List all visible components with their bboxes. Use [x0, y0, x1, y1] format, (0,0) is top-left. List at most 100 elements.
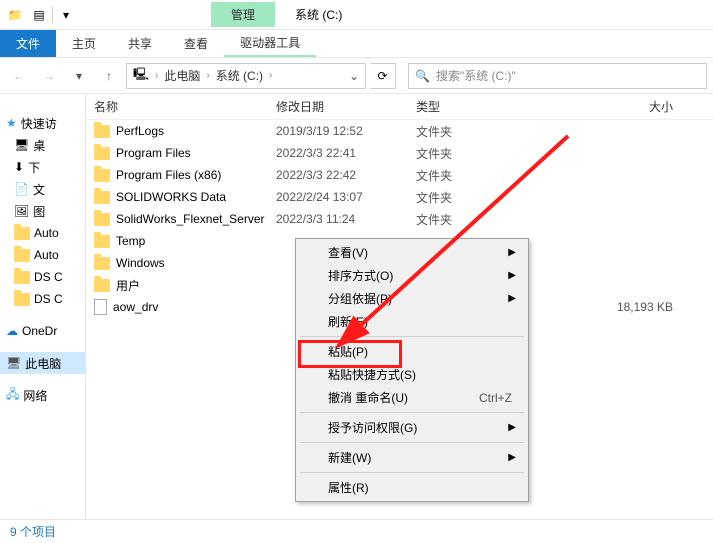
- sidebar-this-pc[interactable]: 🖥 此电脑: [0, 352, 85, 374]
- address-dropdown-icon[interactable]: ⌄: [349, 69, 359, 83]
- menu-separator: [300, 472, 524, 473]
- folder-icon: [94, 213, 110, 226]
- cell-type: 文件夹: [416, 211, 536, 228]
- column-name[interactable]: 名称: [86, 98, 276, 115]
- folder-icon: [94, 257, 110, 270]
- menu-separator: [300, 412, 524, 413]
- tab-drive-tools[interactable]: 驱动器工具: [224, 30, 316, 57]
- tab-view[interactable]: 查看: [168, 30, 224, 57]
- folder-icon: [14, 293, 30, 306]
- desktop-icon: 🖥: [14, 138, 29, 152]
- refresh-button[interactable]: ⟳: [370, 63, 396, 89]
- qat-separator: [52, 7, 53, 23]
- cell-type: 文件夹: [416, 123, 536, 140]
- sidebar-label: 图: [33, 203, 45, 220]
- properties-qat-icon[interactable]: ▤: [28, 4, 50, 26]
- folder-icon: [14, 271, 30, 284]
- table-row[interactable]: SOLIDWORKS Data2022/2/24 13:07文件夹: [86, 186, 713, 208]
- sidebar-folder-dsc1[interactable]: DS C: [0, 266, 85, 288]
- recent-dropdown[interactable]: ▾: [66, 63, 92, 89]
- onedrive-icon: ☁: [6, 324, 18, 338]
- menu-label: 查看(V): [328, 244, 368, 261]
- menu-label: 授予访问权限(G): [328, 419, 417, 436]
- menu-shortcut: Ctrl+Z: [479, 391, 512, 405]
- tab-home[interactable]: 主页: [56, 30, 112, 57]
- sidebar-label: 快速访: [21, 115, 57, 132]
- folder-icon: [94, 169, 110, 182]
- menu-new[interactable]: 新建(W)▶: [298, 446, 526, 469]
- menu-access[interactable]: 授予访问权限(G) ▶: [298, 416, 526, 439]
- menu-separator: [300, 336, 524, 337]
- folder-icon: [14, 227, 30, 240]
- sidebar-network[interactable]: 🖧网络: [0, 384, 85, 406]
- submenu-arrow-icon: ▶: [508, 422, 516, 433]
- forward-button[interactable]: →: [36, 63, 62, 89]
- sidebar: ★ 快速访 🖥桌 ⬇下 📄文 🖼图 Auto Auto DS C DS C ☁ On…: [0, 94, 86, 519]
- search-placeholder: 搜索"系统 (C:)": [436, 67, 516, 84]
- tab-share[interactable]: 共享: [112, 30, 168, 57]
- address-bar[interactable]: 🖳 › 此电脑 › 系统 (C:) › ⌄: [126, 63, 366, 89]
- folder-icon: [94, 279, 110, 292]
- table-row[interactable]: SolidWorks_Flexnet_Server2022/3/3 11:24文…: [86, 208, 713, 230]
- menu-properties[interactable]: 属性(R): [298, 476, 526, 499]
- file-icon: [94, 299, 107, 315]
- cell-name: Temp: [86, 234, 276, 248]
- cell-name: Program Files: [86, 146, 276, 160]
- table-row[interactable]: PerfLogs2019/3/19 12:52文件夹: [86, 120, 713, 142]
- menu-paste-shortcut[interactable]: 粘贴快捷方式(S): [298, 363, 526, 386]
- network-icon: 🖧: [6, 385, 19, 406]
- sidebar-label: OneDr: [22, 324, 57, 338]
- cell-name: aow_drv: [86, 299, 276, 315]
- tab-file[interactable]: 文件: [0, 30, 56, 57]
- folder-icon: [94, 235, 110, 248]
- table-row[interactable]: Program Files (x86)2022/3/3 22:42文件夹: [86, 164, 713, 186]
- quick-access-toolbar: 📁 ▤ ▾: [0, 4, 81, 26]
- new-folder-qat-icon[interactable]: ▾: [55, 4, 77, 26]
- folder-icon: [14, 249, 30, 262]
- menu-group[interactable]: 分组依据(P)▶: [298, 287, 526, 310]
- crumb-this-pc[interactable]: 此电脑: [164, 67, 200, 84]
- column-size[interactable]: 大小: [536, 98, 713, 115]
- menu-undo-rename[interactable]: 撤消 重命名(U)Ctrl+Z: [298, 386, 526, 409]
- back-button[interactable]: ←: [6, 63, 32, 89]
- cell-date: 2022/3/3 22:41: [276, 146, 416, 160]
- sidebar-desktop[interactable]: 🖥桌: [0, 134, 85, 156]
- sidebar-downloads[interactable]: ⬇下: [0, 156, 85, 178]
- menu-view[interactable]: 查看(V)▶: [298, 241, 526, 264]
- crumb-sep: ›: [206, 70, 209, 81]
- column-date[interactable]: 修改日期: [276, 98, 416, 115]
- menu-separator: [300, 442, 524, 443]
- sidebar-quick-access[interactable]: ★ 快速访: [0, 112, 85, 134]
- menu-paste[interactable]: 粘贴(P): [298, 340, 526, 363]
- cell-name: SOLIDWORKS Data: [86, 190, 276, 204]
- submenu-arrow-icon: ▶: [508, 452, 516, 463]
- cell-date: 2022/3/3 11:24: [276, 212, 416, 226]
- search-box[interactable]: 🔍 搜索"系统 (C:)": [408, 63, 707, 89]
- menu-refresh[interactable]: 刷新(E): [298, 310, 526, 333]
- crumb-location[interactable]: 系统 (C:): [216, 67, 263, 84]
- sidebar-folder-auto2[interactable]: Auto: [0, 244, 85, 266]
- crumb-sep: ›: [155, 70, 158, 81]
- up-button[interactable]: ↑: [96, 63, 122, 89]
- crumb-sep: ›: [269, 70, 272, 81]
- pc-icon: 🖥: [6, 356, 21, 370]
- sidebar-folder-auto1[interactable]: Auto: [0, 222, 85, 244]
- star-icon: ★: [6, 116, 17, 130]
- menu-sort[interactable]: 排序方式(O)▶: [298, 264, 526, 287]
- cell-name: Windows: [86, 256, 276, 270]
- sidebar-onedrive[interactable]: ☁ OneDr: [0, 320, 85, 342]
- column-type[interactable]: 类型: [416, 98, 536, 115]
- sidebar-pictures[interactable]: 🖼图: [0, 200, 85, 222]
- cell-name: 用户: [86, 277, 276, 294]
- sidebar-label: 下: [28, 159, 40, 176]
- cell-date: 2019/3/19 12:52: [276, 124, 416, 138]
- sidebar-folder-dsc2[interactable]: DS C: [0, 288, 85, 310]
- sidebar-label: 网络: [23, 387, 47, 404]
- search-icon: 🔍: [415, 69, 430, 83]
- sidebar-documents[interactable]: 📄文: [0, 178, 85, 200]
- sidebar-label: 此电脑: [25, 355, 61, 372]
- menu-label: 刷新(E): [328, 313, 368, 330]
- contextual-tab-group: 管理 系统 (C:): [211, 2, 362, 27]
- table-row[interactable]: Program Files2022/3/3 22:41文件夹: [86, 142, 713, 164]
- menu-label: 分组依据(P): [328, 290, 392, 307]
